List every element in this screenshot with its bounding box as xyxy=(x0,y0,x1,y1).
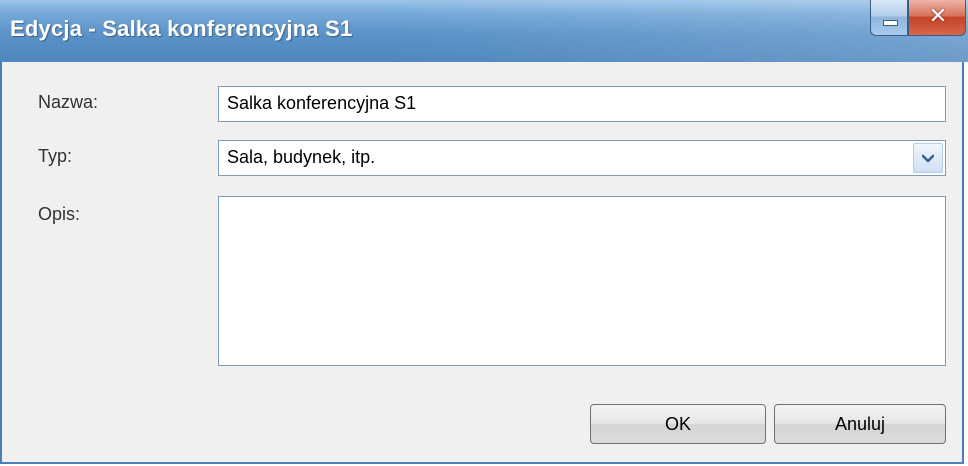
name-input[interactable]: Salka konferencyjna S1 xyxy=(218,86,946,122)
type-selected-value: Sala, budynek, itp. xyxy=(227,147,376,167)
type-dropdown-button[interactable] xyxy=(913,143,943,173)
title-bar[interactable]: Edycja - Salka konferencyjna S1 ✕ xyxy=(0,0,968,62)
type-select[interactable]: Sala, budynek, itp. xyxy=(218,140,946,176)
ok-button[interactable]: OK xyxy=(590,404,766,444)
window-title: Edycja - Salka konferencyjna S1 xyxy=(10,16,353,41)
minimize-icon xyxy=(883,20,898,26)
cancel-button[interactable]: Anuluj xyxy=(774,404,946,444)
description-label: Opis: xyxy=(38,204,81,224)
minimize-button[interactable] xyxy=(870,0,908,36)
close-button[interactable]: ✕ xyxy=(908,0,966,36)
type-label: Typ: xyxy=(38,146,73,166)
edit-dialog: Edycja - Salka konferencyjna S1 ✕ Nazwa:… xyxy=(0,0,968,464)
chevron-down-icon xyxy=(922,154,934,163)
close-icon: ✕ xyxy=(928,4,948,29)
name-label: Nazwa: xyxy=(38,92,99,112)
description-textarea[interactable] xyxy=(218,196,946,366)
